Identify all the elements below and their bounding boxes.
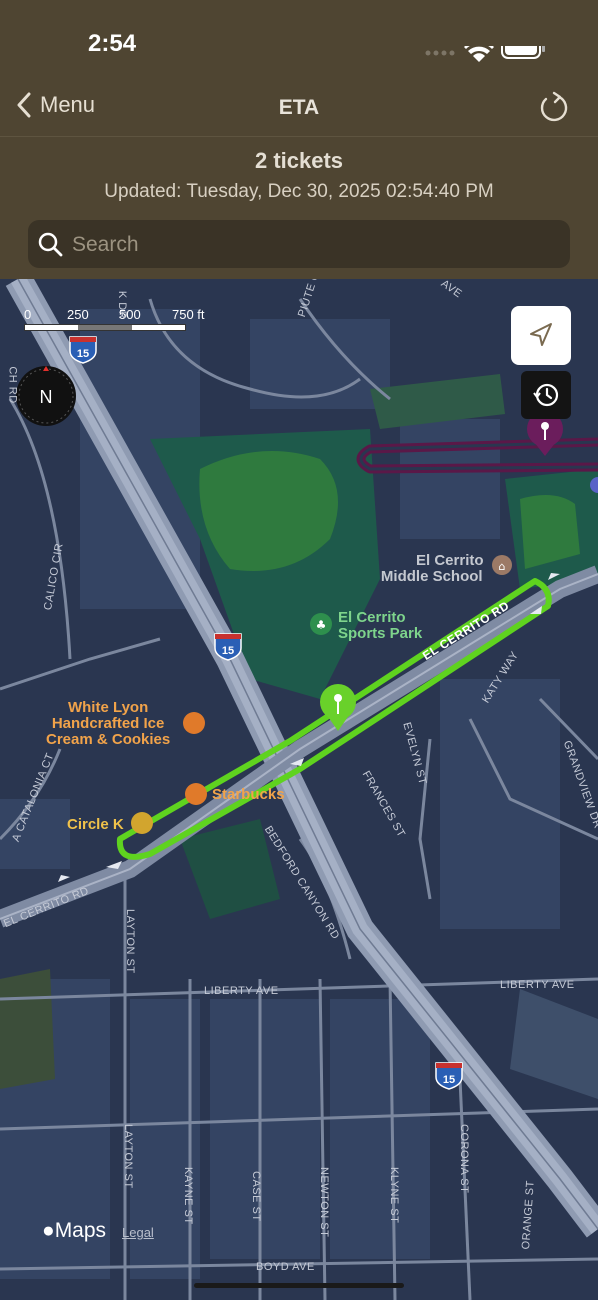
scale-bar bbox=[24, 324, 186, 331]
poi-label-middle-school[interactable]: El Cerrito Middle School bbox=[380, 553, 484, 585]
street-label: CORONA ST bbox=[458, 1124, 470, 1194]
refresh-icon bbox=[540, 91, 568, 122]
home-indicator bbox=[194, 1283, 404, 1288]
street-label: LIBERTY AVE bbox=[500, 979, 575, 991]
history-icon bbox=[533, 383, 559, 407]
street-label: LAYTON ST bbox=[124, 909, 136, 974]
street-label: KAYNE ST bbox=[182, 1167, 194, 1225]
street-label: LAYTON ST bbox=[122, 1124, 134, 1189]
nav-title: ETA bbox=[278, 96, 320, 119]
scale-label: 750 ft bbox=[172, 307, 205, 322]
poi-label-white-lyon[interactable]: White Lyon Handcrafted Ice Cream & Cooki… bbox=[46, 700, 170, 748]
status-bar: 2:54 bbox=[0, 0, 598, 80]
scale-label: 250 bbox=[67, 307, 89, 322]
poi-label-line: Cream & Cookies bbox=[46, 731, 171, 748]
svg-text:15: 15 bbox=[222, 645, 234, 657]
search-icon bbox=[38, 232, 63, 257]
poi-label-line: Sports Park bbox=[338, 625, 423, 642]
poi-label-sports-park[interactable]: El Cerrito Sports Park bbox=[338, 610, 422, 642]
street-label: CH RD bbox=[6, 366, 19, 404]
poi-label-circle-k[interactable]: Circle K bbox=[67, 817, 124, 833]
status-icons bbox=[424, 38, 548, 73]
street-label: LIBERTY AVE bbox=[204, 985, 279, 997]
street-label: BOYD AVE bbox=[256, 1261, 315, 1273]
street-label: NEWTON ST bbox=[318, 1167, 330, 1238]
apple-maps-logo: ●Maps bbox=[42, 1219, 106, 1243]
compass-button[interactable]: N bbox=[16, 366, 76, 426]
header: 2:54 Menu ETA 2 tickets Updated: Tuesday… bbox=[0, 0, 598, 279]
poi-label-line: El Cerrito bbox=[416, 552, 484, 569]
poi-label-line: Middle School bbox=[380, 568, 483, 585]
cellular-signal-icon bbox=[425, 50, 455, 56]
map-view[interactable]: 15 15 15 ⌂ ♣ 0 250 500 750 ft N AVE K DR… bbox=[0, 279, 598, 1300]
svg-text:15: 15 bbox=[443, 1074, 455, 1086]
poi-label-line: White Lyon bbox=[67, 699, 149, 716]
navigation-bar: Menu ETA bbox=[0, 80, 598, 137]
search-input[interactable] bbox=[70, 228, 554, 262]
street-label: KLYNE ST bbox=[388, 1167, 400, 1224]
poi-label-line: El Cerrito bbox=[338, 609, 406, 626]
interstate-shield-icon: 15 bbox=[69, 336, 97, 364]
svg-text:N: N bbox=[40, 387, 53, 407]
poi-label-starbucks[interactable]: Starbucks bbox=[212, 787, 285, 803]
refresh-button[interactable] bbox=[538, 90, 570, 129]
updated-timestamp: Updated: Tuesday, Dec 30, 2025 02:54:40 … bbox=[104, 181, 494, 202]
current-location-button[interactable] bbox=[511, 306, 571, 365]
svg-text:⌂: ⌂ bbox=[499, 560, 506, 573]
location-arrow-icon bbox=[530, 323, 552, 346]
street-label: CASE ST bbox=[250, 1171, 262, 1222]
svg-text:15: 15 bbox=[77, 348, 89, 360]
status-time: 2:54 bbox=[88, 30, 137, 57]
history-button[interactable] bbox=[521, 371, 571, 419]
svg-text:♣: ♣ bbox=[316, 618, 327, 632]
legal-link[interactable]: Legal bbox=[122, 1225, 154, 1240]
battery-icon bbox=[501, 38, 545, 59]
maps-logo-text: Maps bbox=[54, 1219, 107, 1242]
scale-label: 0 bbox=[24, 307, 32, 322]
map-base: 15 15 15 ⌂ ♣ bbox=[0, 279, 598, 1300]
search-bar[interactable] bbox=[28, 220, 570, 268]
street-label: K DR bbox=[116, 290, 129, 320]
ticket-count: 2 tickets bbox=[254, 148, 344, 173]
poi-label-line: Handcrafted Ice bbox=[51, 715, 165, 732]
compass-icon: N bbox=[18, 366, 74, 424]
wifi-icon bbox=[464, 40, 494, 62]
apple-logo-icon: ● bbox=[42, 1219, 55, 1242]
